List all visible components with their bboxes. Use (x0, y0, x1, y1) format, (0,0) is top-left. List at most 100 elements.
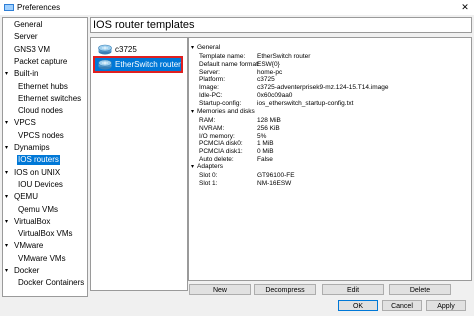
sidebar-item-label: Ethernet switches (18, 93, 82, 103)
sidebar-item-label: IOS routers (17, 155, 60, 166)
edit-button[interactable]: Edit (322, 284, 384, 295)
close-button[interactable]: ✕ (456, 0, 474, 15)
property-key: Platform: (199, 76, 226, 84)
sidebar-item-iou-devices[interactable]: IOU Devices (3, 180, 87, 190)
new-button[interactable]: New (189, 284, 251, 295)
sidebar-item-vpcs[interactable]: ▾ VPCS (3, 118, 87, 128)
sidebar-item-label: VMware (14, 241, 44, 251)
sidebar-item-qemu-vms[interactable]: Qemu VMs (3, 205, 87, 215)
sidebar-item-ethernet-hubs[interactable]: Ethernet hubs (3, 82, 87, 92)
sidebar-item-docker[interactable]: ▾ Docker (3, 266, 87, 276)
sidebar-item-label: Docker (14, 266, 40, 275)
sidebar-item-label: GNS3 VM (14, 44, 51, 54)
router-label: EtherSwitch router (115, 60, 181, 69)
router-icon (98, 59, 112, 70)
section-memories[interactable]: ▾ Memories and disks (191, 108, 255, 115)
router-template-list[interactable]: c3725 EtherSwitch router (90, 37, 188, 291)
sidebar-item-dynamips[interactable]: ▾ Dynamips (3, 143, 87, 153)
property-value: home-pc (257, 68, 283, 76)
sidebar-item-virtualbox[interactable]: ▾ VirtualBox (3, 217, 87, 227)
expand-arrow-icon[interactable]: ▾ (5, 217, 13, 227)
sidebar-item-label: General (14, 20, 43, 29)
sidebar-item-label: IOS on UNIX (14, 167, 61, 177)
page-title: IOS router templates (93, 19, 195, 31)
property-value: 128 MiB (257, 117, 281, 124)
window-title: Preferences (17, 3, 61, 12)
sidebar-item-label: VMware VMs (18, 253, 66, 263)
sidebar-item-cloud-nodes[interactable]: Cloud nodes (3, 106, 87, 116)
sidebar-item-label: Cloud nodes (18, 106, 63, 116)
property-value: 5% (257, 132, 267, 140)
router-label: c3725 (115, 45, 137, 54)
sidebar-item-ethernet-switches[interactable]: Ethernet switches (3, 94, 87, 104)
sidebar-item-ios-routers[interactable]: IOS routers (3, 155, 87, 166)
sidebar-item-label: Packet capture (14, 56, 68, 66)
sidebar-item-label: VPCS (14, 118, 36, 128)
expand-arrow-icon[interactable]: ▾ (5, 192, 13, 202)
property-value: EtherSwitch router (257, 53, 311, 60)
title-bar: Preferences ✕ (0, 0, 474, 15)
property-value: ESW{0} (257, 60, 280, 68)
sidebar-item-vmware[interactable]: ▾ VMware (3, 241, 87, 251)
router-item-c3725[interactable]: c3725 (95, 43, 181, 56)
property-value: c3725-adventerprisek9-mz.124-15.T14.imag… (257, 84, 389, 92)
property-value: False (257, 156, 273, 163)
property-value: 1 MiB (257, 140, 274, 148)
property-key: Image: (199, 84, 219, 92)
sidebar-item-server[interactable]: Server (3, 32, 87, 42)
sidebar-item-packet-capture[interactable]: Packet capture (3, 57, 87, 67)
sidebar-item-docker-containers[interactable]: Docker Containers (3, 278, 87, 288)
property-value: 0x60c09aa0 (257, 92, 293, 99)
property-key: Default name format: (199, 60, 260, 68)
sidebar-item-label: VirtualBox VMs (18, 229, 73, 239)
decompress-button[interactable]: Decompress (254, 284, 316, 295)
property-key: Auto delete: (199, 156, 234, 163)
sidebar-item-vpcs-nodes[interactable]: VPCS nodes (3, 131, 87, 141)
sidebar-item-label: Qemu VMs (18, 204, 59, 214)
sidebar-item-label: VirtualBox (14, 216, 51, 226)
property-key: Idle-PC: (199, 92, 223, 99)
property-key: Startup-config: (199, 99, 242, 107)
ok-button[interactable]: OK (338, 300, 378, 311)
property-value: NM-16ESW (257, 179, 292, 187)
section-general[interactable]: ▾ General (191, 44, 220, 51)
sidebar-item-gns3-vm[interactable]: GNS3 VM (3, 45, 87, 55)
property-value: 0 MiB (257, 148, 274, 156)
sidebar-item-label: Dynamips (14, 143, 50, 152)
sidebar-item-label: Server (14, 32, 38, 42)
sidebar-item-qemu[interactable]: ▾ QEMU (3, 192, 87, 202)
router-icon (98, 44, 112, 55)
apply-button[interactable]: Apply (426, 300, 466, 311)
sidebar-item-vmware-vms[interactable]: VMware VMs (3, 254, 87, 264)
expand-arrow-icon[interactable]: ▾ (5, 266, 13, 276)
sidebar-item-ios-on-unix[interactable]: ▾ IOS on UNIX (3, 168, 87, 178)
preferences-tree[interactable]: General Server GNS3 VM Packet capture ▾ Built… (2, 17, 88, 297)
sidebar-item-label: QEMU (14, 192, 38, 202)
sidebar-item-label: Built-in (14, 69, 39, 79)
property-key: PCMCIA disk1: (199, 148, 243, 156)
section-adapters[interactable]: ▾ Adapters (191, 163, 223, 170)
property-key: Slot 0: (199, 172, 218, 179)
property-value: GT96100-FE (257, 172, 295, 179)
expand-arrow-icon[interactable]: ▾ (5, 241, 13, 251)
expand-arrow-icon[interactable]: ▾ (5, 168, 13, 178)
property-key: Slot 1: (199, 179, 218, 187)
property-key: Template name: (199, 53, 246, 60)
property-value: 256 KiB (257, 124, 280, 132)
page-heading: IOS router templates (90, 17, 472, 33)
expand-arrow-icon[interactable]: ▾ (5, 118, 13, 128)
property-key: I/O memory: (199, 132, 235, 140)
router-item-etherswitch[interactable]: EtherSwitch router (93, 56, 183, 73)
sidebar-item-label: Docker Containers (18, 278, 85, 288)
delete-button[interactable]: Delete (389, 284, 451, 295)
cancel-button[interactable]: Cancel (382, 300, 422, 311)
sidebar-item-general[interactable]: General (3, 20, 87, 30)
properties-tree[interactable]: ▾ General Template name: EtherSwitch route… (188, 37, 472, 281)
expand-arrow-icon[interactable]: ▾ (5, 69, 13, 79)
expand-arrow-icon[interactable]: ▾ (5, 143, 13, 153)
sidebar-item-built-in[interactable]: ▾ Built-in (3, 69, 87, 79)
property-key: NVRAM: (199, 124, 225, 132)
property-key: PCMCIA disk0: (199, 140, 243, 148)
sidebar-item-label: Ethernet hubs (18, 81, 68, 91)
sidebar-item-virtualbox-vms[interactable]: VirtualBox VMs (3, 229, 87, 239)
